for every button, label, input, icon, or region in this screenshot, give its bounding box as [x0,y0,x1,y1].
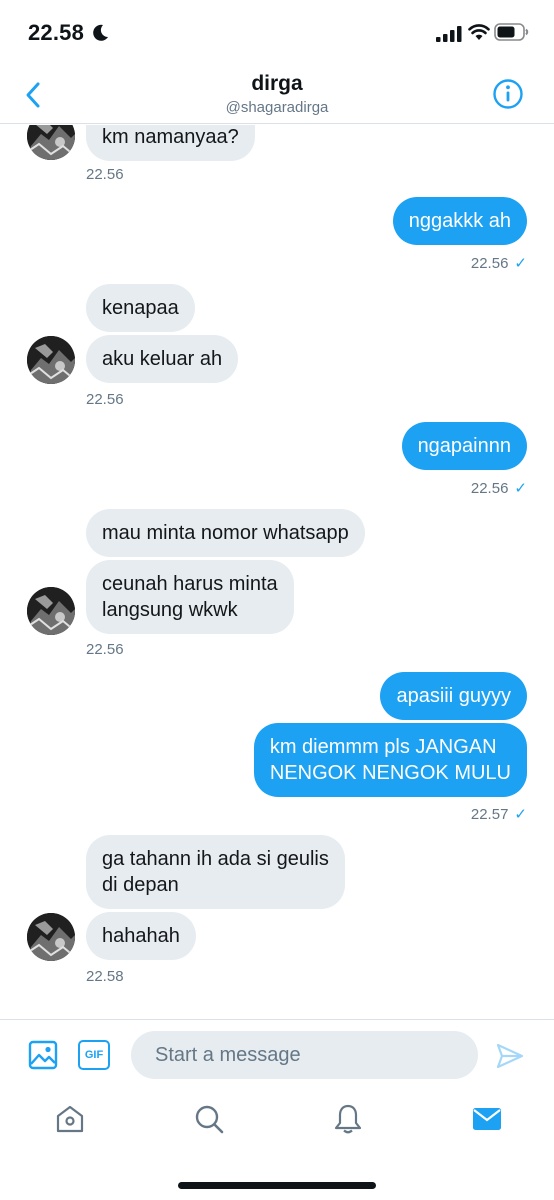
battery-icon [494,23,529,41]
gif-button[interactable]: GIF [78,1040,110,1070]
message-bubble-incoming[interactable]: kenapaa [86,284,195,332]
moon-icon [93,24,108,41]
message-list: km namanyaa? 22.56 nggakkk ah 22.56 ✓ ken… [0,125,554,1019]
timestamp-text: 22.57 [470,806,509,823]
conversation-header: dirga @shagaradirga [0,62,554,124]
info-icon[interactable] [492,78,524,110]
message-composer: GIF [0,1019,554,1089]
mail-icon[interactable] [471,1103,503,1135]
message-bubble-outgoing[interactable]: nggakkk ah [392,197,527,245]
message-bubble-incoming[interactable]: km namanyaa? [86,125,255,161]
wifi-icon [468,24,490,40]
image-icon[interactable] [28,1040,58,1070]
search-icon[interactable] [193,1103,225,1135]
bottom-tab-bar [0,1089,554,1155]
sent-check-icon: ✓ [514,806,527,823]
timestamp-text: 22.56 [470,480,509,497]
status-bar: 22.58 [0,0,554,62]
message-bubble-incoming[interactable]: hahahah [86,912,196,960]
message-timestamp: 22.56 [86,166,124,183]
message-timestamp: 22.56 [86,391,124,408]
message-timestamp: 22.57 ✓ [471,805,527,823]
message-bubble-outgoing[interactable]: ngapainnn [401,422,527,470]
timestamp-text: 22.56 [470,255,509,272]
home-indicator [178,1182,376,1189]
sent-check-icon: ✓ [514,480,527,497]
cellular-signal-icon [436,26,462,42]
message-timestamp: 22.56 ✓ [471,254,527,272]
home-icon[interactable] [54,1103,86,1135]
contact-avatar[interactable] [27,336,75,384]
status-time: 22.58 [28,20,85,45]
send-icon[interactable] [496,1042,524,1070]
message-timestamp: 22.56 ✓ [471,479,527,497]
message-input[interactable] [131,1031,478,1079]
message-bubble-incoming[interactable]: ceunah harus minta langsung wkwk [86,560,294,634]
message-bubble-incoming[interactable]: aku keluar ah [86,335,239,383]
sent-check-icon: ✓ [514,255,527,272]
contact-avatar[interactable] [27,913,75,961]
bell-icon[interactable] [332,1103,364,1135]
message-bubble-incoming[interactable]: ga tahann ih ada si geulis di depan [86,835,345,909]
contact-avatar[interactable] [27,587,75,635]
message-bubble-incoming[interactable]: mau minta nomor whatsapp [86,509,365,557]
message-timestamp: 22.58 [86,968,124,985]
message-bubble-outgoing[interactable]: apasiii guyyy [380,672,527,720]
contact-avatar[interactable] [27,125,75,160]
message-bubble-outgoing[interactable]: km diemmm pls JANGAN NENGOK NENGOK MULU [253,723,527,797]
contact-handle[interactable]: @shagaradirga [0,99,554,116]
message-timestamp: 22.56 [86,641,124,658]
contact-name[interactable]: dirga [0,72,554,96]
